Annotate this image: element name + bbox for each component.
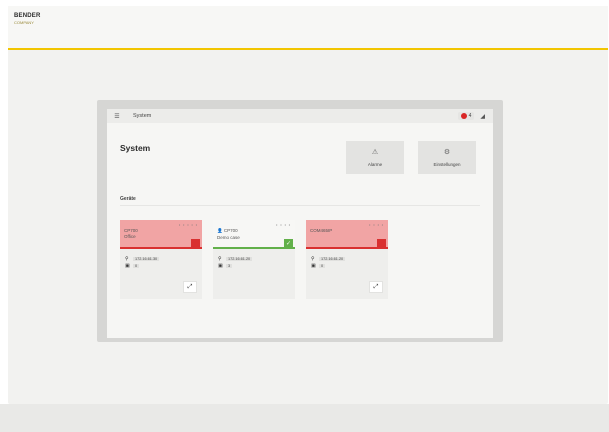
display-screen: ☰ System 4 ◢ System ⚠ Alarme ⚙ Einstellu… [97, 100, 503, 342]
device-header: BENDER COMPANY [8, 6, 608, 48]
page-title: System [120, 143, 151, 153]
device-count: 0 [133, 263, 140, 268]
logo-wordmark: BENDER [14, 13, 41, 19]
ip-address: 172.16.61.20 [319, 256, 346, 261]
user-icon: 👤 [217, 228, 223, 233]
device-icon: ▣ [311, 262, 316, 269]
device-location: Office [124, 234, 136, 239]
device-card-header: • • • • COM465IP [306, 220, 388, 249]
status-dots: • • • • • [178, 223, 198, 227]
device-card-header: • • • • • CP700 Office [120, 220, 202, 249]
tile-label: Alarme [367, 162, 383, 167]
gear-icon: ⚙ [443, 149, 451, 156]
breadcrumb-title: System [133, 113, 152, 119]
status-dots: • • • • [369, 223, 384, 227]
device-location: Demo case [217, 235, 240, 240]
device-name: COM465IP [310, 228, 333, 233]
devices-section-label: Geräte [120, 196, 136, 202]
location-pin-icon: ⚲ [311, 255, 315, 262]
device-info: ⚲ 172.16.61.20 ▣ 3 [213, 249, 295, 269]
count-row: ▣ 0 [311, 262, 383, 269]
count-row: ▣ 3 [218, 262, 290, 269]
device-info: ⚲ 172.16.61.20 ▣ 0 [306, 249, 388, 269]
count-row: ▣ 0 [125, 262, 197, 269]
alarm-status-icon [191, 239, 200, 247]
device-card[interactable]: • • • • 👤 CP700 Demo case ✓ ⚲ 172.16.61.… [213, 220, 295, 299]
device-card-header: • • • • 👤 CP700 Demo case ✓ [213, 220, 295, 249]
status-dots: • • • • [276, 223, 291, 227]
alarm-status-icon [377, 239, 386, 247]
location-pin-icon: ⚲ [218, 255, 222, 262]
accent-line [8, 48, 608, 50]
device-name: 👤 CP700 [217, 228, 238, 233]
status-bar [120, 247, 202, 249]
tile-label: Einstellungen [433, 162, 461, 167]
status-bar [213, 247, 295, 249]
warning-icon: ⚠ [371, 149, 379, 156]
ip-address: 172.16.61.20 [226, 256, 253, 261]
section-divider [120, 205, 480, 206]
bender-logo: BENDER COMPANY [14, 13, 41, 25]
main-content: System ⚠ Alarme ⚙ Einstellungen Geräte •… [107, 123, 493, 338]
device-bottom-edge [0, 404, 609, 432]
top-bar: ☰ System 4 ◢ [107, 109, 493, 123]
user-icon[interactable]: ◢ [480, 113, 485, 120]
device-card[interactable]: • • • • • CP700 Office ⚲ 172.16.61.30 ▣ … [120, 220, 202, 299]
device-info: ⚲ 172.16.61.30 ▣ 0 [120, 249, 202, 269]
device-count: 0 [319, 263, 326, 268]
ip-row: ⚲ 172.16.61.20 [218, 255, 290, 262]
device-name: CP700 [124, 228, 138, 233]
open-device-button[interactable]: ⤢ [183, 281, 197, 293]
alarm-indicator[interactable]: 4 [457, 112, 475, 120]
tile-alarms[interactable]: ⚠ Alarme [346, 141, 404, 174]
ip-address: 172.16.61.30 [133, 256, 160, 261]
check-icon: ✓ [284, 239, 293, 247]
tile-settings[interactable]: ⚙ Einstellungen [418, 141, 476, 174]
device-count: 3 [226, 263, 233, 268]
device-icon: ▣ [218, 262, 223, 269]
location-pin-icon: ⚲ [125, 255, 129, 262]
open-device-button[interactable]: ⤢ [369, 281, 383, 293]
hamburger-icon[interactable]: ☰ [107, 113, 127, 120]
ip-row: ⚲ 172.16.61.20 [311, 255, 383, 262]
device-icon: ▣ [125, 262, 130, 269]
topbar-actions: 4 ◢ [457, 112, 493, 120]
device-card[interactable]: • • • • COM465IP ⚲ 172.16.61.20 ▣ 0 ⤢ [306, 220, 388, 299]
status-bar [306, 247, 388, 249]
ip-row: ⚲ 172.16.61.30 [125, 255, 197, 262]
alarm-icon [460, 113, 467, 119]
alarm-count: 4 [468, 113, 472, 119]
logo-tagline: COMPANY [14, 20, 34, 25]
